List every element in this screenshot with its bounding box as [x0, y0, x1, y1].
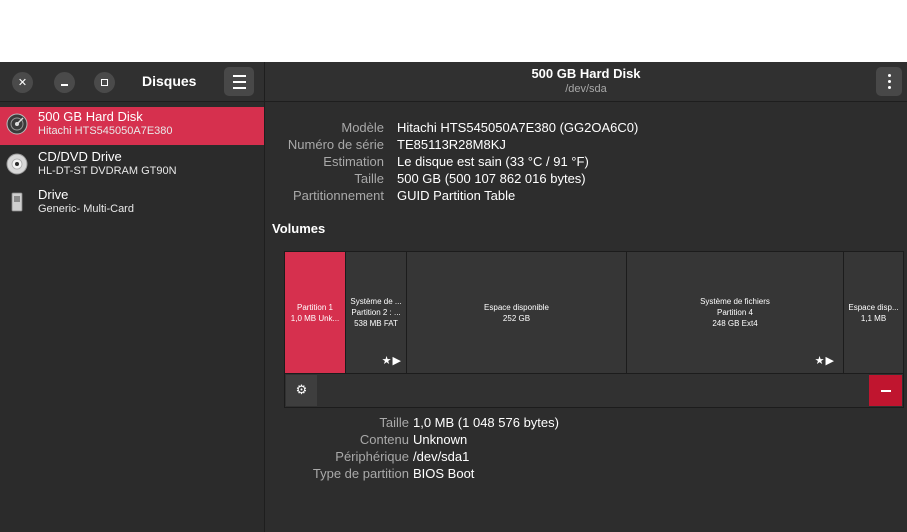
minus-icon	[880, 389, 891, 392]
volume-partition-4[interactable]: Système de fichiers Partition 4 248 GB E…	[627, 252, 844, 373]
close-icon: ✕	[17, 76, 28, 89]
segment-line-1: Partition 1	[296, 302, 334, 312]
segment-line-2: Partition 4	[716, 308, 754, 317]
partition-type-row: Type de partition BIOS Boot	[265, 466, 905, 483]
info-value: Hitachi HTS545050A7E380 (GG2OA6C0)	[397, 120, 639, 135]
disk-title: 500 GB Hard Disk	[531, 66, 641, 81]
drive-name: Drive	[38, 187, 69, 202]
minimize-icon	[61, 83, 68, 86]
segment-line-1: Espace disp...	[848, 302, 899, 312]
disks-window: ✕ Disques 500 GB Hard Disk /dev/sda 500 …	[0, 62, 907, 532]
disk-model-row: Modèle Hitachi HTS545050A7E380 (GG2OA6C0…	[265, 120, 905, 137]
maximize-icon	[101, 79, 108, 86]
mounted-play-icon: ★▶	[381, 355, 402, 367]
volume-partition-1[interactable]: Partition 1 1,0 MB Unk...	[285, 252, 346, 373]
usb-drive-icon	[11, 192, 23, 212]
disk-options-button[interactable]	[876, 67, 902, 96]
partition-device-row: Périphérique /dev/sda1	[265, 449, 905, 466]
delete-partition-button[interactable]	[869, 375, 902, 406]
gear-icon: ⚙	[295, 383, 308, 398]
main-menu-button[interactable]	[224, 67, 254, 96]
segment-line-2: 1,0 MB Unk...	[290, 313, 340, 323]
hamburger-icon	[232, 73, 246, 91]
optical-disc-icon	[6, 153, 28, 175]
app-title: Disques	[142, 73, 197, 89]
segment-line-2: 1,1 MB	[860, 313, 887, 323]
close-window-button[interactable]: ✕	[12, 72, 33, 93]
hard-disk-icon	[6, 113, 28, 135]
segment-line-3: 248 GB Ext4	[712, 319, 758, 328]
disk-header: 500 GB Hard Disk /dev/sda	[265, 62, 907, 102]
maximize-window-button[interactable]	[94, 72, 115, 93]
partition-options-button[interactable]: ⚙	[286, 375, 317, 406]
volume-free-space[interactable]: Espace disponible 252 GB	[407, 252, 627, 373]
info-label: Périphérique	[335, 449, 409, 464]
info-label: Numéro de série	[287, 137, 384, 152]
disk-device-path: /dev/sda	[565, 83, 607, 95]
drive-list: 500 GB Hard Disk Hitachi HTS545050A7E380…	[0, 102, 265, 532]
drive-item-hard-disk[interactable]: 500 GB Hard Disk Hitachi HTS545050A7E380	[0, 107, 264, 145]
volume-free-space-end[interactable]: Espace disp... 1,1 MB	[844, 252, 903, 373]
partition-size-row: Taille 1,0 MB (1 048 576 bytes)	[265, 415, 905, 432]
segment-line-3: 538 MB FAT	[354, 319, 398, 328]
info-label: Modèle	[341, 120, 384, 135]
volume-partition-2[interactable]: Système de ... Partition 2 : ... 538 MB …	[346, 252, 407, 373]
mounted-play-icon: ★▶	[814, 355, 835, 367]
disk-serial-row: Numéro de série TE85113R28M8KJ	[265, 137, 905, 154]
drive-model: HL-DT-ST DVDRAM GT90N	[38, 165, 177, 177]
info-label: Contenu	[359, 432, 409, 447]
info-label: Estimation	[323, 154, 384, 169]
info-value: GUID Partition Table	[397, 188, 516, 203]
segment-line-1: Espace disponible	[484, 302, 549, 312]
volumes-heading: Volumes	[272, 221, 326, 236]
drive-item-card-reader[interactable]: Drive Generic- Multi-Card	[0, 185, 264, 223]
info-value: TE85113R28M8KJ	[397, 137, 506, 152]
kebab-menu-icon	[887, 73, 891, 91]
drive-model: Generic- Multi-Card	[38, 203, 134, 215]
info-label: Taille	[379, 415, 409, 430]
segment-line-1: Système de fichiers	[700, 297, 770, 306]
volume-toolbar: ⚙	[284, 374, 904, 408]
drive-item-cd-dvd[interactable]: CD/DVD Drive HL-DT-ST DVDRAM GT90N	[0, 147, 264, 185]
info-value: Unknown	[413, 432, 468, 447]
volume-map: Partition 1 1,0 MB Unk... Système de ...…	[284, 251, 904, 374]
drive-name: CD/DVD Drive	[38, 149, 122, 164]
disk-assessment-row: Estimation Le disque est sain (33 °C / 9…	[265, 154, 905, 171]
info-value: /dev/sda1	[413, 449, 470, 464]
info-label: Partitionnement	[292, 188, 384, 203]
segment-line-2: Partition 2 : ...	[351, 308, 401, 317]
partition-content-row: Contenu Unknown	[265, 432, 905, 449]
info-value: 1,0 MB (1 048 576 bytes)	[413, 415, 559, 430]
info-value: BIOS Boot	[413, 466, 475, 481]
info-label: Taille	[354, 171, 384, 186]
drive-model: Hitachi HTS545050A7E380	[38, 125, 173, 137]
minimize-window-button[interactable]	[54, 72, 75, 93]
info-label: Type de partition	[312, 466, 409, 481]
segment-line-1: Système de ...	[350, 297, 402, 306]
drive-name: 500 GB Hard Disk	[38, 109, 143, 124]
info-value: 500 GB (500 107 862 016 bytes)	[397, 171, 586, 186]
disk-size-row: Taille 500 GB (500 107 862 016 bytes)	[265, 171, 905, 188]
segment-line-2: 252 GB	[502, 313, 531, 323]
disk-partitioning-row: Partitionnement GUID Partition Table	[265, 188, 905, 205]
sidebar-header: ✕ Disques	[0, 62, 265, 102]
info-value: Le disque est sain (33 °C / 91 °F)	[397, 154, 589, 169]
